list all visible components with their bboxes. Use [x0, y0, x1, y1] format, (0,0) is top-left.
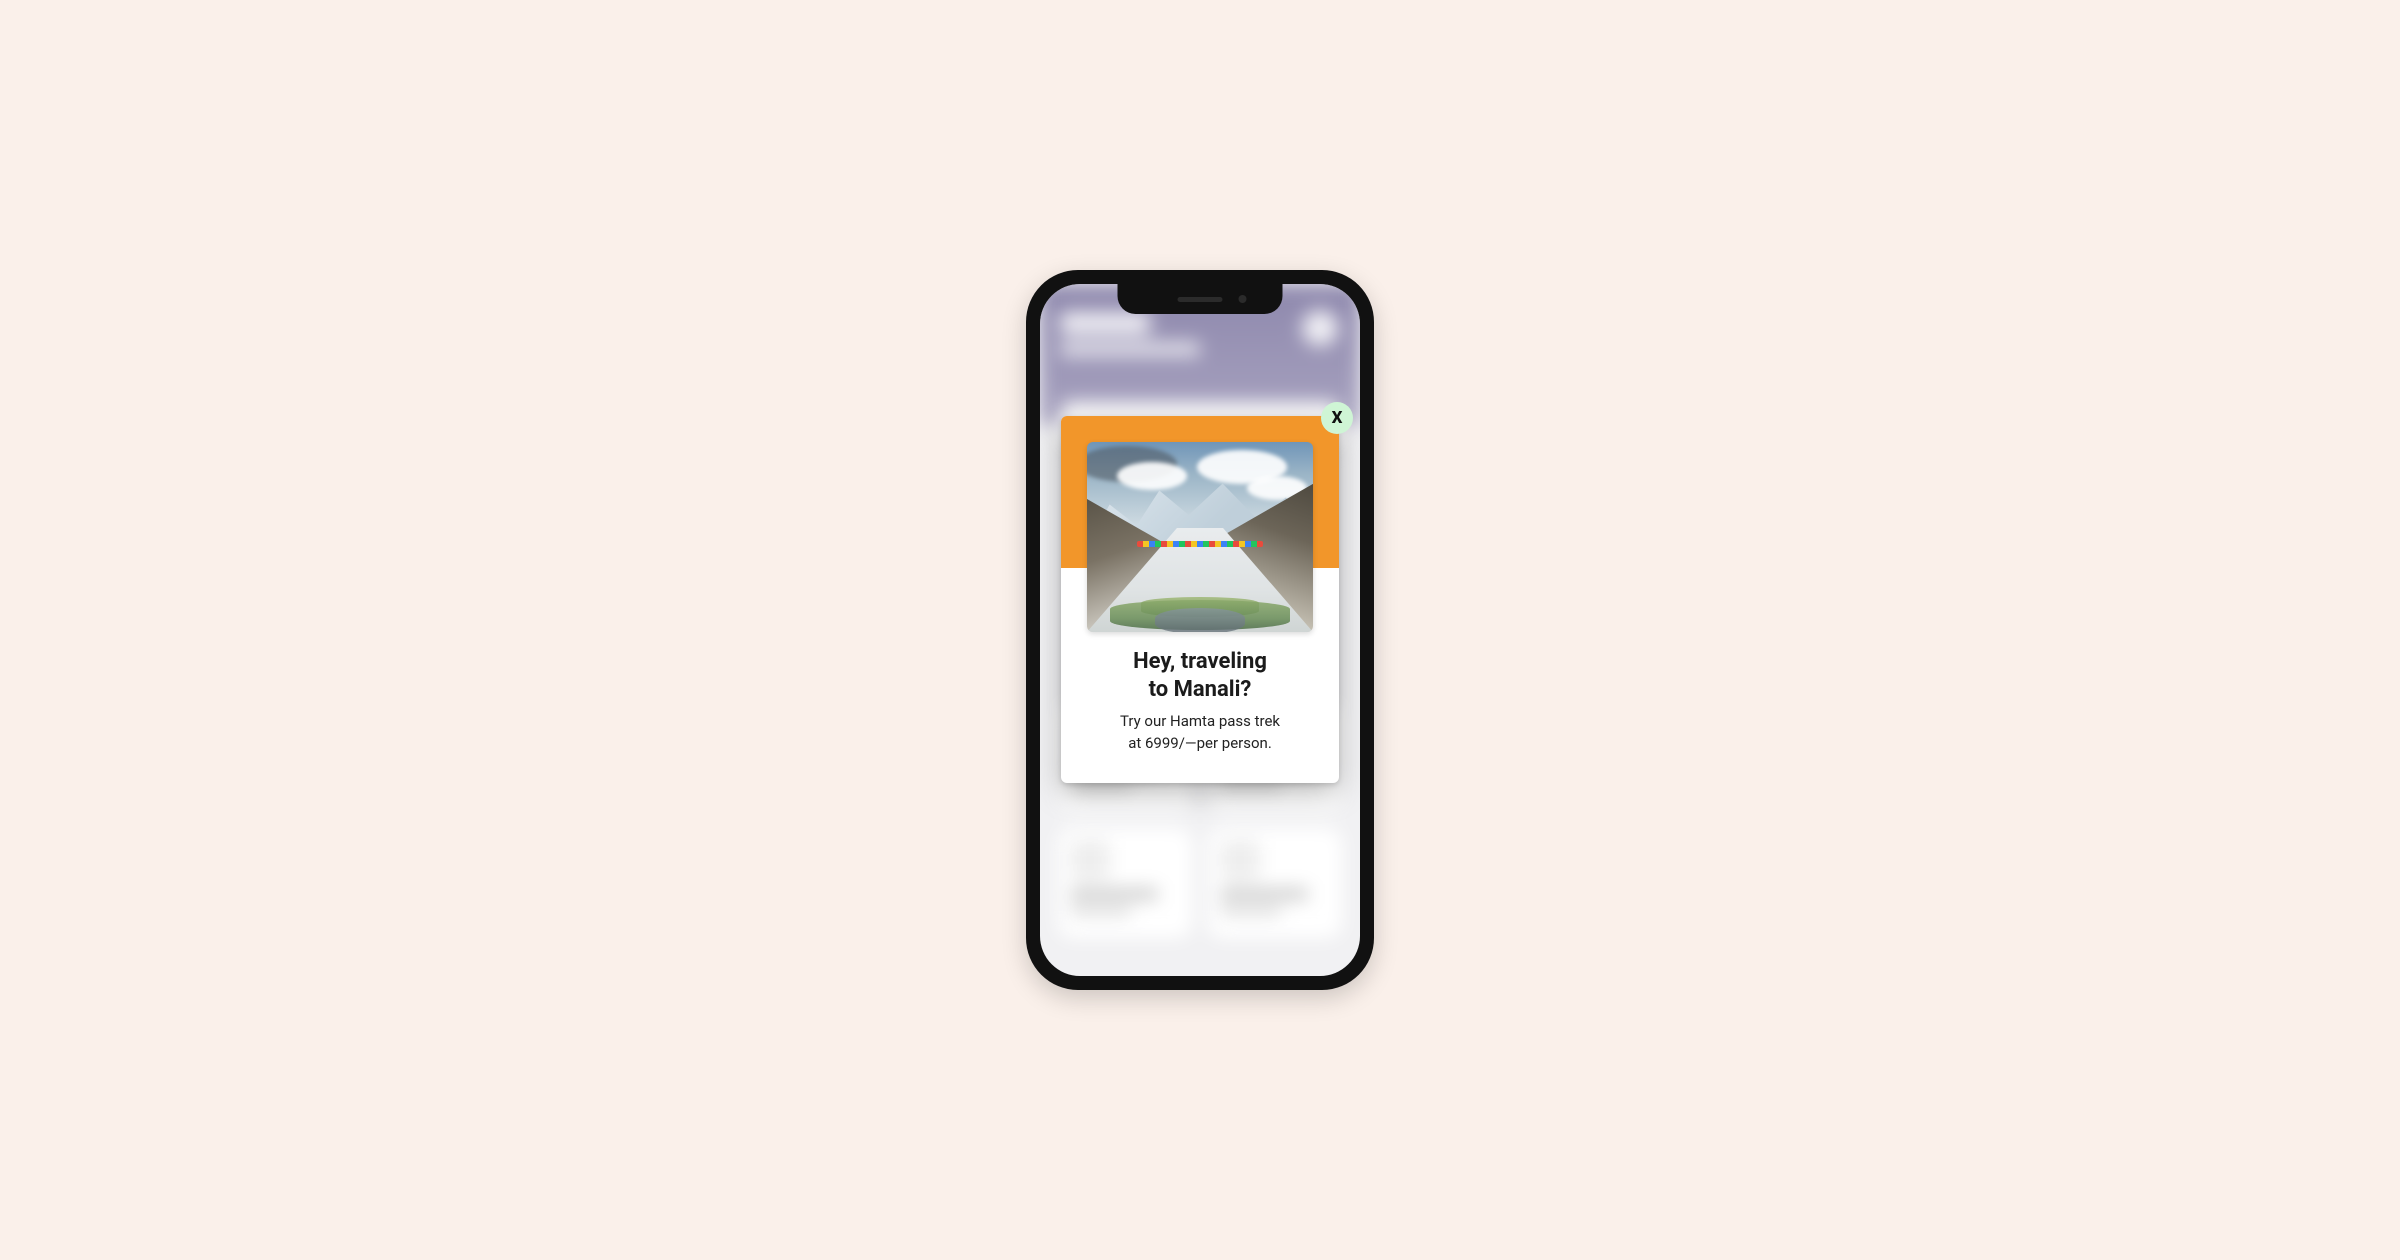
close-button[interactable]: X [1321, 402, 1353, 434]
bg-card [1058, 828, 1192, 938]
popup-header-band [1061, 416, 1339, 568]
avatar [1302, 310, 1338, 346]
popup-title-line2: to Manali? [1149, 677, 1252, 702]
popup-desc-line1: Try our Hamta pass trek [1120, 712, 1280, 730]
phone-notch [1118, 284, 1283, 314]
popup-title-line1: Hey, traveling [1133, 649, 1267, 674]
camera-icon [1239, 295, 1247, 303]
close-icon: X [1332, 408, 1343, 428]
promo-popup: X [1061, 416, 1339, 783]
popup-hero-image [1087, 442, 1313, 632]
phone-frame: X [1026, 270, 1374, 990]
phone-screen: X [1040, 284, 1360, 976]
bg-subtitle-placeholder [1060, 342, 1200, 356]
popup-desc-line2: at 6999/—per person. [1128, 734, 1272, 752]
bg-title-placeholder [1060, 312, 1150, 334]
popup-description: Try our Hamta pass trek at 6999/—per per… [1083, 711, 1317, 755]
bg-card [1208, 828, 1342, 938]
popup-title: Hey, traveling to Manali? [1083, 648, 1317, 703]
speaker-icon [1178, 297, 1223, 302]
